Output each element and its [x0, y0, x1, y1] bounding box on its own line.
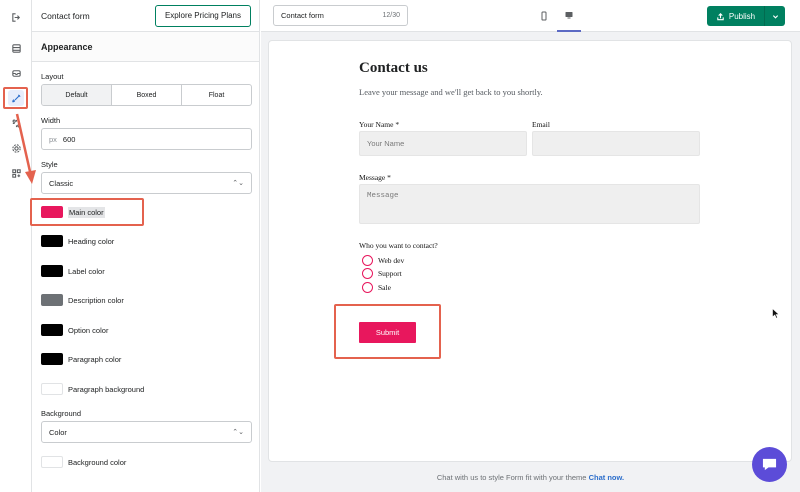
paragraph-color-row[interactable]: Paragraph color — [41, 352, 121, 366]
icon-rail — [0, 0, 32, 492]
message-field-label: Message * — [359, 173, 391, 182]
radio-sale[interactable]: Sale — [362, 281, 391, 293]
option-color-label: Option color — [68, 325, 109, 335]
heading-color-row[interactable]: Heading color — [41, 234, 114, 248]
radio-label: Web dev — [378, 255, 405, 265]
layout-option-default[interactable]: Default — [42, 85, 112, 105]
width-label: Width — [41, 116, 61, 125]
heading-color-label: Heading color — [68, 236, 115, 246]
radio-circle[interactable] — [362, 254, 373, 266]
email-input[interactable] — [532, 131, 700, 156]
annotation-box-brush — [3, 87, 28, 109]
background-value: Color — [49, 427, 67, 437]
desktop-view-icon[interactable] — [557, 0, 581, 32]
exit-icon[interactable] — [8, 9, 24, 25]
radio-support[interactable]: Support — [362, 267, 402, 279]
footer-help: Chat with us to style Form fit with your… — [261, 473, 800, 482]
layout-option-float[interactable]: Float — [182, 85, 251, 105]
label-color-label: Label color — [68, 266, 105, 276]
gear-icon[interactable] — [8, 140, 24, 156]
label-color-row[interactable]: Label color — [41, 264, 105, 278]
radio-label: Support — [378, 268, 402, 278]
top-bar: Contact form 12/30 Publish — [261, 0, 800, 32]
background-label: Background — [41, 409, 82, 418]
upload-icon — [717, 12, 724, 20]
background-color-label: Background color — [68, 457, 127, 467]
form-title: Contact us — [359, 60, 428, 76]
background-select[interactable]: Color ⌃⌄ — [41, 421, 252, 443]
paragraph-background-row[interactable]: Paragraph background — [41, 382, 144, 396]
style-value: Classic — [49, 178, 74, 188]
layout-segmented: Default Boxed Float — [41, 84, 252, 106]
chat-icon — [762, 458, 777, 471]
sections-icon[interactable] — [8, 40, 24, 56]
chevron-down-icon — [772, 14, 778, 19]
radio-circle[interactable] — [362, 267, 373, 279]
footer-text: Chat with us to style Form fit with your… — [436, 473, 587, 482]
mobile-view-icon[interactable] — [532, 0, 556, 32]
publish-label: Publish — [728, 11, 756, 21]
description-color-label: Description color — [68, 295, 124, 305]
apps-icon[interactable] — [8, 165, 24, 181]
width-unit: px — [49, 134, 57, 144]
name-field-label: Your Name * — [359, 120, 400, 129]
publish-button[interactable]: Publish — [707, 6, 765, 26]
radio-label: Sale — [378, 282, 391, 292]
option-color-swatch[interactable] — [41, 324, 63, 336]
radio-web-dev[interactable]: Web dev — [362, 254, 404, 266]
label-color-swatch[interactable] — [41, 265, 63, 277]
heading-color-swatch[interactable] — [41, 235, 63, 247]
form-preview — [268, 40, 792, 462]
message-placeholder: Message — [367, 192, 399, 200]
width-input[interactable]: px 600 — [41, 128, 252, 150]
paragraph-background-label: Paragraph background — [68, 384, 145, 394]
mouse-cursor-icon — [772, 308, 780, 319]
name-placeholder: Your Name — [367, 139, 405, 148]
layout-option-boxed[interactable]: Boxed — [112, 85, 182, 105]
form-name-input[interactable]: Contact form 12/30 — [273, 5, 408, 26]
form-name-counter: 12/30 — [382, 12, 400, 19]
paragraph-color-label: Paragraph color — [68, 354, 122, 364]
annotation-box-main-color — [30, 198, 144, 226]
chat-button[interactable] — [752, 447, 787, 482]
option-color-row[interactable]: Option color — [41, 323, 108, 337]
form-name-value: Contact form — [281, 11, 324, 20]
radio-circle[interactable] — [362, 281, 373, 293]
select-caret-icon: ⌃⌄ — [232, 429, 244, 436]
integrations-icon[interactable] — [8, 115, 24, 131]
panel-header: Contact form Explore Pricing Plans — [32, 0, 259, 32]
paragraph-background-swatch[interactable] — [41, 383, 63, 395]
description-color-swatch[interactable] — [41, 294, 63, 306]
chat-now-link[interactable]: Chat now. — [589, 473, 625, 482]
width-value: 600 — [62, 134, 76, 144]
contact-question-label: Who you want to contact? — [359, 241, 438, 250]
appearance-heading: Appearance — [32, 32, 259, 62]
explore-pricing-button[interactable]: Explore Pricing Plans — [154, 4, 251, 27]
select-caret-icon: ⌃⌄ — [232, 180, 244, 187]
inbox-icon[interactable] — [8, 65, 24, 81]
message-input[interactable]: Message — [359, 184, 700, 224]
submit-button[interactable]: Submit — [359, 322, 416, 343]
background-color-swatch[interactable] — [41, 456, 63, 468]
publish-button-group: Publish — [707, 6, 785, 26]
publish-dropdown-button[interactable] — [765, 6, 785, 26]
description-color-row[interactable]: Description color — [41, 293, 124, 307]
layout-label: Layout — [41, 72, 64, 81]
style-select[interactable]: Classic ⌃⌄ — [41, 172, 252, 194]
background-color-row[interactable]: Background color — [41, 455, 126, 469]
name-input[interactable]: Your Name — [359, 131, 527, 156]
paragraph-color-swatch[interactable] — [41, 353, 63, 365]
email-field-label: Email — [532, 120, 550, 129]
panel-title: Contact form — [41, 10, 90, 21]
form-description: Leave your message and we'll get back to… — [359, 87, 543, 97]
style-label: Style — [41, 160, 58, 169]
